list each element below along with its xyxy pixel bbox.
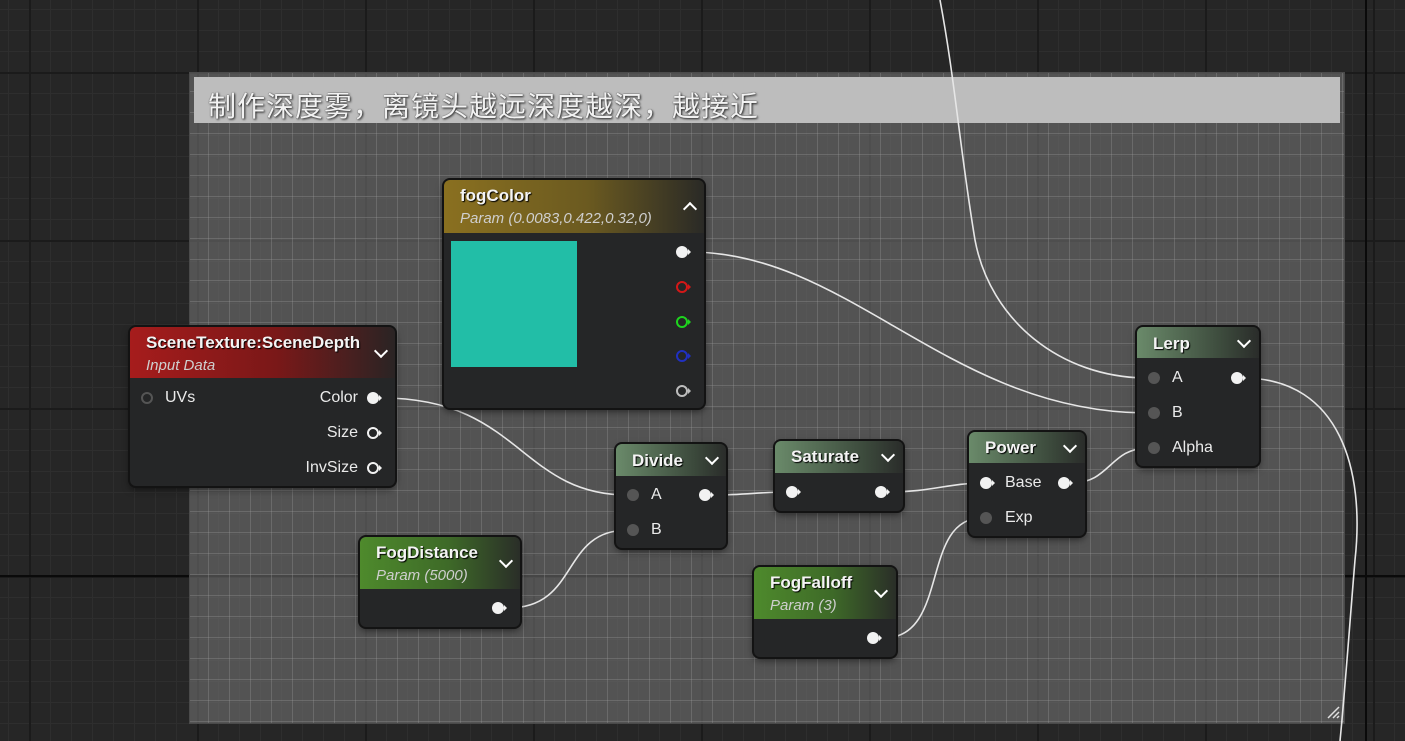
pin-label-a: A bbox=[651, 486, 662, 503]
node-header[interactable]: SceneTexture:SceneDepth Input Data bbox=[130, 327, 395, 378]
output-pin-size[interactable] bbox=[366, 426, 382, 440]
output-pin-invsize[interactable] bbox=[366, 461, 382, 475]
pin-label-color: Color bbox=[319, 389, 358, 406]
pin-label-a: A bbox=[1172, 369, 1183, 386]
pin-label-base: Base bbox=[1005, 474, 1042, 491]
output-pin[interactable] bbox=[491, 601, 507, 615]
node-header[interactable]: FogFalloff Param (3) bbox=[754, 567, 896, 619]
output-pin-r[interactable] bbox=[675, 280, 691, 294]
chevron-down-icon[interactable] bbox=[373, 343, 389, 359]
node-header[interactable]: FogDistance Param (5000) bbox=[360, 537, 520, 589]
node-divide[interactable]: Divide A B bbox=[616, 444, 726, 548]
node-subtitle: Input Data bbox=[146, 357, 216, 374]
input-pin-a[interactable] bbox=[1147, 371, 1161, 385]
chevron-down-icon[interactable] bbox=[498, 553, 514, 569]
resize-grip-icon[interactable] bbox=[1326, 705, 1340, 719]
node-title: Lerp bbox=[1153, 334, 1190, 353]
input-pin-base[interactable] bbox=[979, 476, 995, 490]
output-pin-rgba[interactable] bbox=[675, 245, 691, 259]
comment-title[interactable]: 制作深度雾，离镜头越远深度越深，越接近 bbox=[208, 85, 759, 125]
pin-label-b: B bbox=[1172, 404, 1183, 421]
chevron-down-icon[interactable] bbox=[880, 447, 896, 463]
comment-header[interactable]: 制作深度雾，离镜头越远深度越深，越接近 bbox=[194, 77, 1340, 123]
chevron-up-icon[interactable] bbox=[682, 201, 698, 217]
grid-major-line bbox=[1365, 0, 1367, 741]
node-scene-texture[interactable]: SceneTexture:SceneDepth Input Data UVs C… bbox=[130, 327, 395, 486]
input-pin-b[interactable] bbox=[626, 523, 640, 537]
node-subtitle: Param (5000) bbox=[376, 567, 468, 584]
node-title: Divide bbox=[632, 451, 684, 470]
pin-label-size: Size bbox=[326, 424, 358, 441]
node-header[interactable]: fogColor Param (0.0083,0.422,0.32,0) bbox=[444, 180, 704, 233]
pin-label-invsize: InvSize bbox=[305, 459, 358, 476]
input-pin-b[interactable] bbox=[1147, 406, 1161, 420]
node-lerp[interactable]: Lerp A B Alpha bbox=[1137, 327, 1259, 466]
input-pin-exp[interactable] bbox=[979, 511, 993, 525]
node-title: fogColor bbox=[460, 186, 531, 205]
node-title: Power bbox=[985, 438, 1037, 457]
node-header[interactable]: Divide bbox=[616, 444, 726, 476]
pin-label-uvs: UVs bbox=[165, 389, 196, 406]
node-saturate[interactable]: Saturate bbox=[775, 441, 903, 511]
input-pin-alpha[interactable] bbox=[1147, 441, 1161, 455]
node-subtitle: Param (0.0083,0.422,0.32,0) bbox=[460, 210, 652, 227]
node-fog-color[interactable]: fogColor Param (0.0083,0.422,0.32,0) bbox=[444, 180, 704, 408]
output-pin-g[interactable] bbox=[675, 315, 691, 329]
node-title: FogFalloff bbox=[770, 573, 853, 592]
input-pin[interactable] bbox=[785, 485, 801, 499]
output-pin[interactable] bbox=[1057, 476, 1073, 490]
input-pin-uvs[interactable] bbox=[140, 391, 154, 405]
node-header[interactable]: Lerp bbox=[1137, 327, 1259, 358]
material-graph-canvas[interactable]: 制作深度雾，离镜头越远深度越深，越接近 SceneTexture:SceneDe… bbox=[0, 0, 1405, 741]
node-header[interactable]: Power bbox=[969, 432, 1085, 463]
pin-label-alpha: Alpha bbox=[1172, 439, 1213, 456]
output-pin-b[interactable] bbox=[675, 349, 691, 363]
node-fog-falloff[interactable]: FogFalloff Param (3) bbox=[754, 567, 896, 657]
output-pin-a[interactable] bbox=[675, 384, 691, 398]
chevron-down-icon[interactable] bbox=[1062, 438, 1078, 454]
output-pin[interactable] bbox=[866, 631, 882, 645]
node-power[interactable]: Power Base Exp bbox=[969, 432, 1085, 536]
pin-label-b: B bbox=[651, 521, 662, 538]
node-title: Saturate bbox=[791, 447, 860, 466]
output-pin-color[interactable] bbox=[366, 391, 382, 405]
output-pin[interactable] bbox=[1230, 371, 1246, 385]
node-subtitle: Param (3) bbox=[770, 597, 837, 614]
pin-label-exp: Exp bbox=[1005, 509, 1033, 526]
node-header[interactable]: Saturate bbox=[775, 441, 903, 473]
chevron-down-icon[interactable] bbox=[704, 450, 720, 466]
node-title: SceneTexture:SceneDepth bbox=[146, 333, 361, 352]
input-pin-a[interactable] bbox=[626, 488, 640, 502]
output-pin[interactable] bbox=[698, 488, 714, 502]
chevron-down-icon[interactable] bbox=[1236, 333, 1252, 349]
node-fog-distance[interactable]: FogDistance Param (5000) bbox=[360, 537, 520, 627]
output-pin[interactable] bbox=[874, 485, 890, 499]
chevron-down-icon[interactable] bbox=[873, 583, 889, 599]
color-preview-swatch bbox=[451, 241, 577, 367]
node-title: FogDistance bbox=[376, 543, 479, 562]
